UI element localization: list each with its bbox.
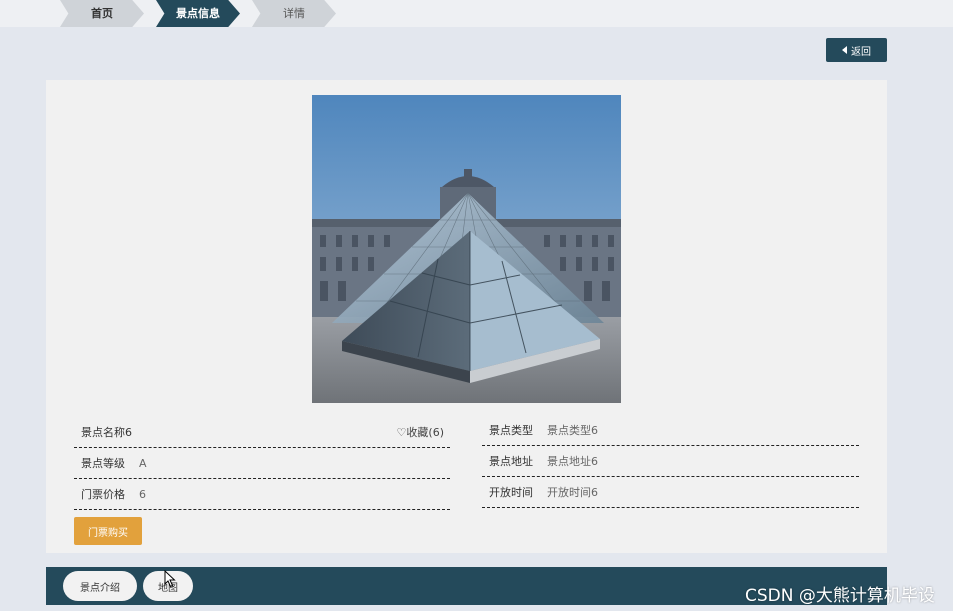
row-opening-hours: 开放时间 开放时间6: [482, 477, 859, 508]
detail-panel: 景点名称6 ♡收藏(6) 景点等级 A 门票价格 6 景点类型 景点类型6 景点…: [46, 80, 887, 553]
attraction-level-value: A: [139, 456, 147, 470]
attraction-level-label: 景点等级: [81, 457, 125, 470]
tab-attraction-intro[interactable]: 景点介绍: [63, 571, 137, 601]
watermark: CSDN @大熊计算机毕设: [745, 586, 935, 606]
breadcrumb-attraction-info[interactable]: 景点信息: [156, 0, 240, 27]
row-attraction-address: 景点地址 景点地址6: [482, 446, 859, 477]
row-attraction-name: 景点名称6 ♡收藏(6): [74, 417, 450, 448]
attraction-photo: [312, 95, 621, 403]
attraction-type-label: 景点类型: [489, 424, 533, 437]
breadcrumb: 首页 景点信息 详情: [0, 0, 953, 27]
ticket-price-value: 6: [139, 487, 146, 501]
buy-ticket-button[interactable]: 门票购买: [74, 517, 142, 545]
back-button-label: 返回: [851, 46, 871, 58]
favorite-button[interactable]: ♡收藏(6): [397, 424, 444, 440]
breadcrumb-home[interactable]: 首页: [60, 0, 144, 27]
attraction-name: 景点名称6: [81, 426, 132, 439]
row-attraction-type: 景点类型 景点类型6: [482, 415, 859, 446]
row-ticket-price: 门票价格 6: [74, 479, 450, 510]
attraction-type-value: 景点类型6: [547, 424, 598, 437]
breadcrumb-details: 详情: [252, 0, 336, 27]
attraction-address-value: 景点地址6: [547, 455, 598, 468]
caret-left-icon: [842, 46, 847, 54]
ticket-price-label: 门票价格: [81, 488, 125, 501]
row-attraction-level: 景点等级 A: [74, 448, 450, 479]
back-button[interactable]: 返回: [826, 38, 887, 62]
opening-hours-value: 开放时间6: [547, 486, 598, 499]
heart-icon: ♡: [396, 426, 407, 439]
opening-hours-label: 开放时间: [489, 486, 533, 499]
mouse-cursor-icon: [164, 569, 176, 592]
favorite-count: 收藏(6): [406, 426, 444, 439]
attraction-address-label: 景点地址: [489, 455, 533, 468]
